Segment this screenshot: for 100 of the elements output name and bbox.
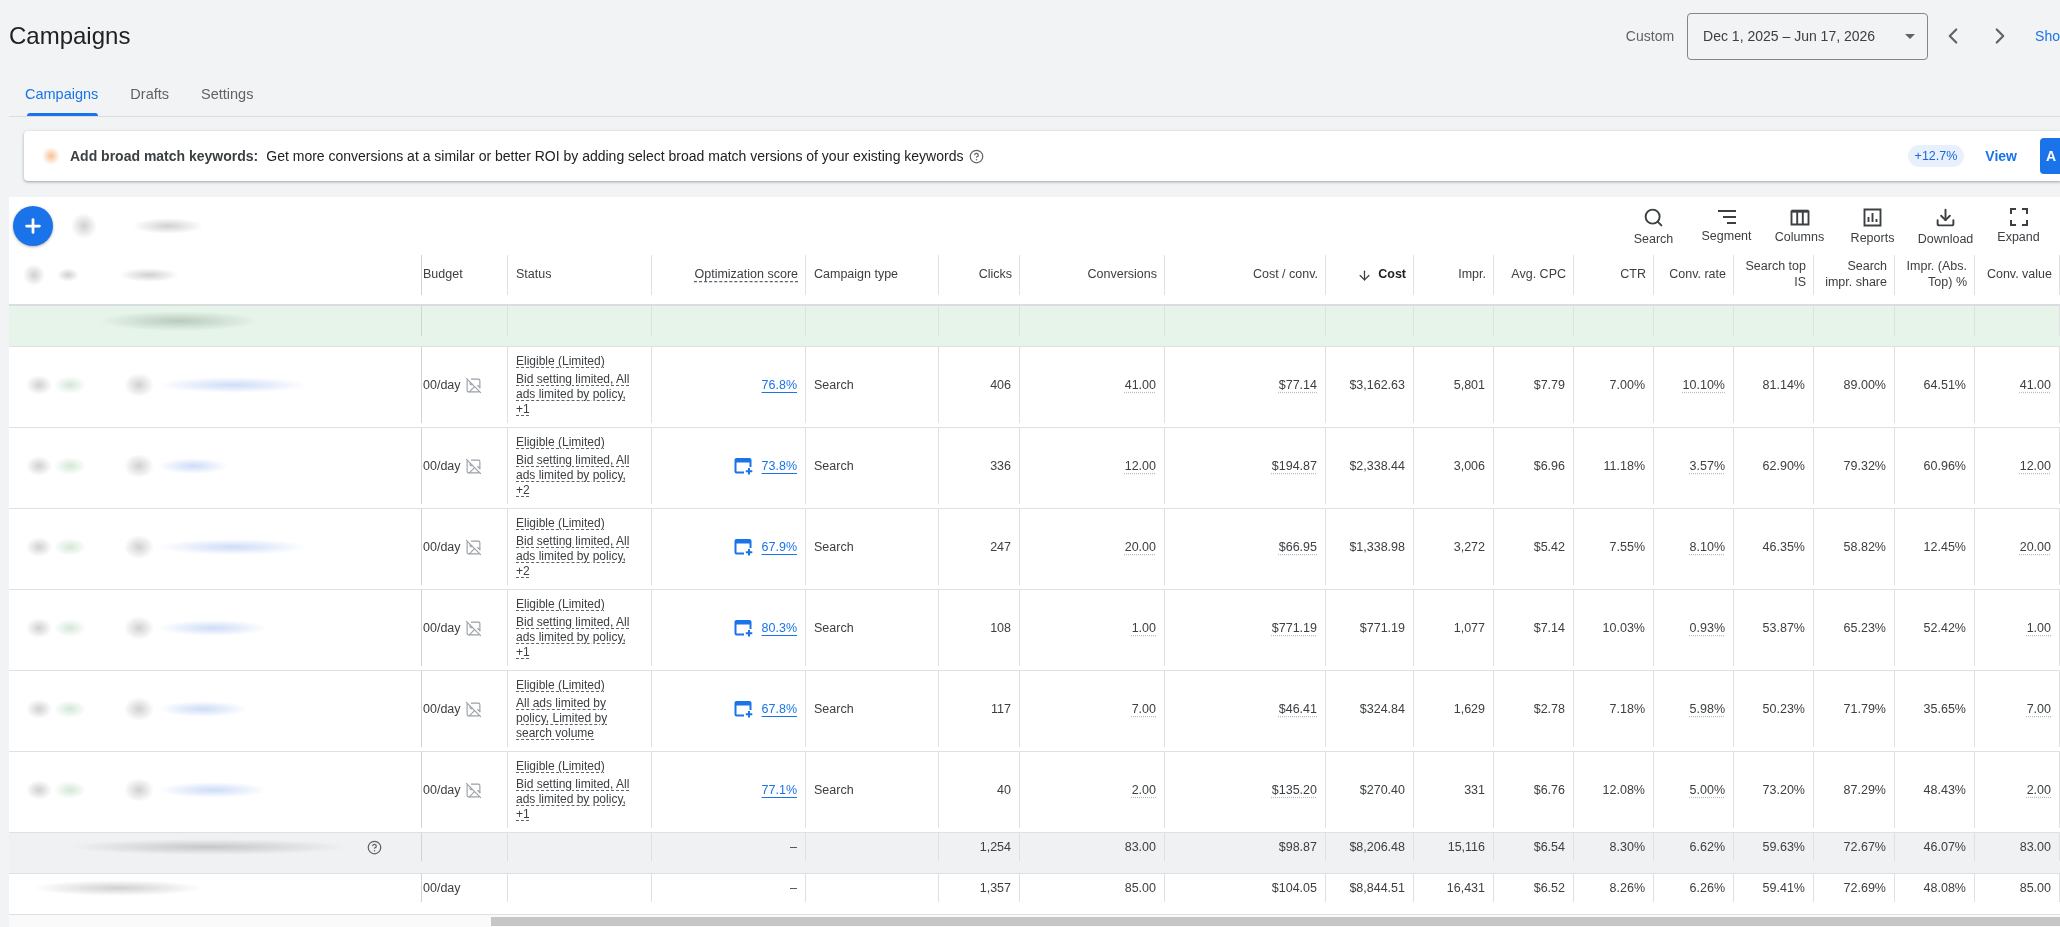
view-button[interactable]: View (1977, 142, 2025, 170)
date-range-dropdown[interactable]: Dec 1, 2025 – Jun 17, 2026 (1687, 12, 1929, 60)
table-cell: 3.57% (1654, 428, 1734, 504)
table-cell: 60.96% (1895, 428, 1975, 504)
table-cell: 336 (939, 428, 1020, 504)
table-cell: 7.00% (1574, 347, 1654, 423)
table-cell: $104.05 (1165, 874, 1326, 902)
table-cell: 5,801 (1414, 347, 1494, 423)
table-cell: 6.26% (1654, 874, 1734, 902)
table-cell: 1,254 (939, 833, 1020, 861)
table-cell: 62.90% (1734, 428, 1814, 504)
column-header[interactable]: Campaign type (814, 267, 899, 283)
budget-value: 00/day (423, 702, 461, 716)
column-header[interactable]: Budget (423, 267, 463, 283)
redacted-block (23, 264, 45, 287)
table-cell: $771.19 (1165, 590, 1326, 666)
budget-value: 00/day (423, 540, 461, 554)
apply-button[interactable]: A (2040, 138, 2060, 174)
table-cell: 1,629 (1414, 671, 1494, 747)
window-plus-icon[interactable] (733, 538, 754, 556)
lines-icon (1716, 209, 1737, 225)
table-cell: 108 (939, 590, 1020, 666)
image-off-icon (464, 376, 482, 394)
tab[interactable]: Settings (185, 72, 270, 116)
table-cell: 8.10% (1654, 509, 1734, 585)
column-header[interactable]: Conv. value (1986, 267, 2052, 283)
redacted-block (54, 538, 86, 556)
banner-heading: Add broad match keywords: (70, 148, 259, 164)
show-link[interactable]: Sho (2035, 28, 2060, 44)
table-cell: 83.00 (1020, 833, 1165, 861)
toolbar-button[interactable]: Reports (1836, 207, 1909, 245)
help-icon[interactable] (367, 839, 382, 855)
image-off-icon (464, 619, 482, 637)
table-cell: $7.79 (1494, 347, 1574, 423)
toolbar-button[interactable]: Search (1617, 206, 1690, 246)
redacted-block (26, 699, 52, 719)
column-header[interactable]: Impr. (1458, 267, 1486, 283)
table-cell: $1,338.98 (1326, 509, 1414, 585)
score-link[interactable]: 67.8% (761, 702, 797, 716)
window-plus-icon[interactable] (733, 700, 754, 718)
bar-chart-icon (1863, 207, 1882, 227)
column-header[interactable]: Search impr. share (1818, 259, 1887, 291)
column-header[interactable]: Impr. (Abs. Top) % (1899, 259, 1967, 291)
uplift-badge: +12.7% (1907, 145, 1965, 167)
tab[interactable]: Drafts (114, 72, 185, 116)
table-cell: 11.18% (1574, 428, 1654, 504)
table-cell: $98.87 (1165, 833, 1326, 861)
score-link[interactable]: 77.1% (761, 783, 797, 797)
score-link[interactable]: 80.3% (761, 621, 797, 635)
score-link[interactable]: 76.8% (761, 378, 797, 392)
table-cell: 64.51% (1895, 347, 1975, 423)
table-cell: Search (806, 671, 939, 747)
table-cell: 50.23% (1734, 671, 1814, 747)
column-header[interactable]: Clicks (978, 267, 1012, 283)
column-header[interactable]: Optimization score (694, 267, 798, 283)
toolbar-button[interactable]: Columns (1763, 208, 1836, 244)
status-detail: Bid setting limited, All ads limited by policy, +1 (516, 372, 631, 417)
column-header[interactable]: Conv. rate (1669, 267, 1726, 283)
toolbar-button[interactable]: Expand (1982, 208, 2055, 244)
table-cell: 20.00 (1975, 509, 2060, 585)
table-cell: 85.00 (1020, 874, 1165, 902)
status-detail: Bid setting limited, All ads limited by policy, +1 (516, 777, 631, 822)
column-header[interactable]: CTR (1620, 267, 1646, 283)
search-icon (1643, 206, 1664, 228)
column-header[interactable]: Search top IS (1738, 259, 1806, 291)
tab[interactable]: Campaigns (9, 72, 115, 116)
add-button[interactable] (13, 206, 53, 246)
toolbar-button[interactable]: Download (1909, 206, 1982, 246)
score-link[interactable]: 73.8% (761, 459, 797, 473)
table-cell: $6.76 (1494, 752, 1574, 828)
scrollbar[interactable] (9, 915, 2060, 927)
toolbar-button[interactable]: Segment (1690, 209, 1763, 243)
column-header[interactable]: Cost (1378, 267, 1406, 283)
table-cell: 53.87% (1734, 590, 1814, 666)
table-cell: 1,077 (1414, 590, 1494, 666)
table-cell: Search (806, 590, 939, 666)
table-cell: 16,431 (1414, 874, 1494, 902)
table-cell: 46.35% (1734, 509, 1814, 585)
scrollbar-thumb[interactable] (491, 916, 2060, 926)
help-icon[interactable] (969, 148, 985, 164)
table-cell: $77.14 (1165, 347, 1326, 423)
expand-icon (2009, 208, 2028, 226)
column-header[interactable]: Avg. CPC (1511, 267, 1566, 283)
table-cell: 72.69% (1814, 874, 1895, 902)
window-plus-icon[interactable] (733, 619, 754, 637)
table-cell: Search (806, 428, 939, 504)
table-cell: 10.03% (1574, 590, 1654, 666)
image-off-icon (464, 781, 482, 799)
table-cell: Search (806, 347, 939, 423)
table-cell: $2.78 (1494, 671, 1574, 747)
budget-value: 00/day (423, 621, 461, 635)
score-link[interactable]: 67.9% (761, 540, 797, 554)
table-cell: Search (806, 509, 939, 585)
status-detail: Bid setting limited, All ads limited by policy, +1 (516, 615, 631, 660)
column-header[interactable]: Conversions (1087, 267, 1157, 283)
column-header[interactable]: Status (516, 267, 552, 283)
table-cell: 12.00 (1020, 428, 1165, 504)
window-plus-icon[interactable] (733, 457, 754, 475)
page-title: Campaigns (9, 22, 131, 50)
column-header[interactable]: Cost / conv. (1252, 267, 1318, 283)
